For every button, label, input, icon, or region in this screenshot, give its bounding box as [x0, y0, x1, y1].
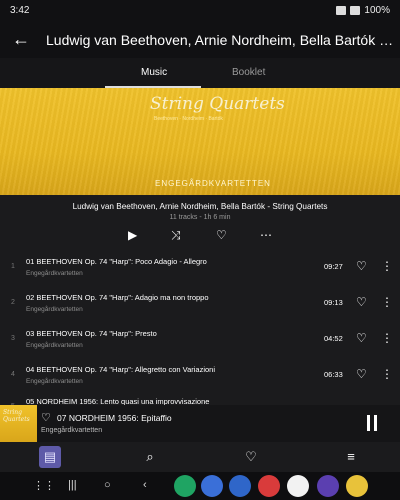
- track-title: 05 NORDHEIM 1956: Lento quasi una improv…: [26, 397, 210, 405]
- recents-icon[interactable]: |||: [68, 479, 77, 491]
- heart-icon[interactable]: ♡: [356, 367, 367, 381]
- album-info: Ludwig van Beethoven, Arnie Nordheim, Be…: [0, 195, 400, 250]
- home-icon[interactable]: ○: [104, 479, 111, 491]
- track-artist: Engegårdkvartetten: [26, 342, 83, 349]
- album-cover: String Quartets Beethoven · Nordheim · B…: [0, 88, 400, 195]
- bottom-navigation: ▤ ⌕ ♡ ≡: [0, 442, 400, 472]
- cover-art-inset: String Quartets Beethoven · Nordheim · B…: [100, 88, 300, 195]
- cover-title: String Quartets: [150, 94, 285, 114]
- heart-icon[interactable]: ♡: [356, 259, 367, 273]
- now-playing-cover: String Quartets: [0, 405, 37, 442]
- track-title: 01 BEETHOVEN Op. 74 "Harp": Poco Adagio …: [26, 257, 207, 266]
- tab-booklet[interactable]: Booklet: [232, 67, 265, 78]
- more-vertical-icon[interactable]: ⋮: [381, 331, 393, 345]
- track-duration: 09:27: [324, 262, 343, 271]
- library-icon[interactable]: ▤: [39, 446, 61, 468]
- more-vertical-icon[interactable]: ⋮: [381, 259, 393, 273]
- album-meta: 11 tracks - 1h 6 min: [169, 214, 231, 221]
- track-list: 1 01 BEETHOVEN Op. 74 "Harp": Poco Adagi…: [0, 250, 400, 405]
- heart-icon[interactable]: ♡: [216, 228, 227, 242]
- track-row[interactable]: 5 05 NORDHEIM 1956: Lento quasi una impr…: [0, 390, 400, 405]
- tab-bar: Music Booklet: [0, 58, 400, 88]
- track-row[interactable]: 1 01 BEETHOVEN Op. 74 "Harp": Poco Adagi…: [0, 250, 400, 286]
- now-playing-title: 07 NORDHEIM 1956: Epitaffio: [57, 413, 172, 423]
- more-vertical-icon[interactable]: ⋮: [381, 367, 393, 381]
- heart-icon[interactable]: ♡: [41, 411, 51, 424]
- track-row[interactable]: 4 04 BEETHOVEN Op. 74 "Harp": Allegretto…: [0, 358, 400, 394]
- back-arrow-icon[interactable]: ←: [12, 29, 30, 50]
- shuffle-icon[interactable]: ⤨: [171, 228, 181, 243]
- system-nav-bar: ⋮⋮ ||| ○ ‹: [0, 472, 400, 500]
- signal-app-icon[interactable]: [229, 475, 251, 497]
- page-title: Ludwig van Beethoven, Arnie Nordheim, Be…: [46, 32, 394, 48]
- track-duration: 09:13: [324, 298, 343, 307]
- track-duration: 04:52: [324, 334, 343, 343]
- play-icon[interactable]: ▶: [128, 228, 137, 242]
- status-icons: 100%: [336, 5, 390, 16]
- status-bar: 3:42 100%: [0, 0, 400, 22]
- album-title: Ludwig van Beethoven, Arnie Nordheim, Be…: [72, 202, 328, 211]
- apps-grid-icon[interactable]: ⋮⋮: [33, 479, 55, 492]
- battery-percent: 100%: [364, 5, 390, 16]
- back-icon[interactable]: ‹: [143, 479, 147, 491]
- now-playing-cover-title: String Quartets: [3, 409, 30, 423]
- now-playing-bar[interactable]: String Quartets ♡ 07 NORDHEIM 1956: Epit…: [0, 405, 400, 442]
- messages-app-icon[interactable]: [201, 475, 223, 497]
- track-number: 1: [11, 263, 15, 270]
- track-title: 04 BEETHOVEN Op. 74 "Harp": Allegretto c…: [26, 365, 216, 374]
- heart-icon[interactable]: ♡: [356, 331, 367, 345]
- track-duration: 06:33: [324, 370, 343, 379]
- cover-ensemble: ENGEGÅRDKVARTETTEN: [155, 179, 271, 188]
- queue-icon[interactable]: ≡: [340, 446, 362, 468]
- track-title: 02 BEETHOVEN Op. 74 "Harp": Adagio ma no…: [26, 293, 209, 302]
- heart-icon[interactable]: ♡: [356, 295, 367, 309]
- track-artist: Engegårdkvartetten: [26, 270, 83, 277]
- now-playing-artist: Engegårdkvartetten: [41, 427, 103, 434]
- app-bar: ← Ludwig van Beethoven, Arnie Nordheim, …: [0, 22, 400, 58]
- track-number: 3: [11, 335, 15, 342]
- track-number: 2: [11, 299, 15, 306]
- signal-icon: [350, 6, 361, 15]
- search-icon[interactable]: ⌕: [139, 446, 161, 468]
- track-row[interactable]: 3 03 BEETHOVEN Op. 74 "Harp": Presto Eng…: [0, 322, 400, 358]
- track-row[interactable]: 2 02 BEETHOVEN Op. 74 "Harp": Adagio ma …: [0, 286, 400, 322]
- mail-app-icon[interactable]: [258, 475, 280, 497]
- track-artist: Engegårdkvartetten: [26, 378, 83, 385]
- tab-music[interactable]: Music: [141, 67, 167, 78]
- wifi-icon: [336, 6, 347, 15]
- status-time: 3:42: [10, 5, 30, 16]
- teams-app-icon[interactable]: [317, 475, 339, 497]
- cover-subtitle: Beethoven · Nordheim · Bartók: [154, 116, 223, 122]
- heart-icon[interactable]: ♡: [240, 446, 262, 468]
- track-title: 03 BEETHOVEN Op. 74 "Harp": Presto: [26, 329, 157, 338]
- track-artist: Engegårdkvartetten: [26, 306, 83, 313]
- gmail-app-icon[interactable]: [287, 475, 309, 497]
- more-vertical-icon[interactable]: ⋮: [381, 295, 393, 309]
- track-number: 4: [11, 371, 15, 378]
- more-horizontal-icon[interactable]: ⋯: [260, 228, 272, 242]
- chrome-app-icon[interactable]: [346, 475, 368, 497]
- phone-app-icon[interactable]: [174, 475, 196, 497]
- pause-icon[interactable]: [367, 415, 377, 431]
